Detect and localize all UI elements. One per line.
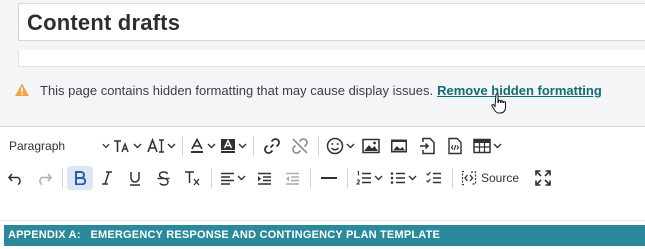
image-icon (362, 138, 380, 154)
chevron-down-icon (493, 143, 501, 149)
toolbar-divider (182, 136, 183, 156)
font-family-icon (146, 138, 164, 153)
undo-icon (8, 173, 21, 185)
embed-code-icon (448, 137, 462, 155)
chevron-down-icon (408, 175, 416, 181)
media-icon (391, 139, 407, 153)
insert-image-button[interactable] (357, 134, 385, 158)
toolbar-divider (347, 168, 348, 188)
toolbar-row-editing: Source (0, 163, 645, 193)
chevron-down-icon (346, 143, 354, 149)
fullscreen-icon (535, 170, 551, 186)
font-family-button[interactable] (144, 134, 178, 158)
checklist-button[interactable] (420, 166, 448, 190)
redo-icon (39, 173, 52, 185)
chevron-down-icon (167, 143, 175, 149)
chevron-down-icon (207, 143, 215, 149)
table-icon (472, 138, 491, 154)
bold-icon (75, 171, 86, 185)
chevron-down-icon (374, 175, 382, 181)
notice-message: This page contains hidden formatting tha… (40, 82, 434, 98)
rich-text-editor: Paragraph Source APPENDIX A: EMERGENCY R… (0, 126, 645, 249)
undo-button[interactable] (2, 166, 30, 190)
italic-icon (102, 171, 112, 185)
chevron-down-icon (102, 143, 110, 149)
align-icon (221, 172, 234, 185)
chevron-down-icon (237, 175, 246, 181)
numbered-list-icon (355, 171, 371, 185)
outdent-icon (285, 172, 299, 185)
paragraph-style-dropdown[interactable]: Paragraph (0, 134, 110, 158)
insert-file-icon (420, 137, 435, 155)
font-size-button[interactable] (110, 134, 144, 158)
hand-cursor-icon (491, 93, 506, 114)
hidden-formatting-notice: This page contains hidden formatting tha… (0, 70, 645, 110)
font-size-icon (113, 140, 129, 153)
strikethrough-icon (157, 170, 169, 186)
numbered-list-button[interactable] (352, 166, 386, 190)
indent-icon (257, 172, 271, 185)
paragraph-style-label: Paragraph (9, 139, 66, 153)
appendix-heading[interactable]: APPENDIX A: EMERGENCY RESPONSE AND CONTI… (4, 225, 645, 246)
remove-hidden-formatting-link[interactable]: Remove hidden formatting (437, 83, 602, 98)
redo-button[interactable] (30, 166, 58, 190)
underline-icon (130, 171, 140, 186)
warning-icon (15, 83, 29, 96)
toolbar-divider (211, 168, 212, 188)
insert-file-button[interactable] (413, 134, 441, 158)
toolbar-divider (452, 168, 453, 188)
unlink-icon (292, 138, 308, 154)
bullet-list-icon (390, 172, 405, 184)
highlight-button[interactable] (217, 134, 249, 158)
embed-code-button[interactable] (441, 134, 469, 158)
bold-button[interactable] (67, 166, 93, 190)
emoji-icon (326, 137, 343, 155)
insert-table-button[interactable] (469, 134, 505, 158)
toolbar-divider (253, 136, 254, 156)
title-field[interactable]: Content drafts (18, 3, 645, 41)
link-icon (264, 138, 280, 154)
horizontal-rule-icon (321, 177, 337, 179)
font-color-icon (190, 138, 203, 153)
clear-formatting-button[interactable] (177, 166, 207, 190)
toolbar-divider (310, 168, 311, 188)
toolbar-divider (62, 168, 63, 188)
checklist-icon (426, 171, 441, 184)
italic-button[interactable] (93, 166, 121, 190)
toolbar-divider (318, 136, 319, 156)
horizontal-line-button[interactable] (315, 166, 343, 190)
font-color-button[interactable] (187, 134, 217, 158)
insert-link-button[interactable] (258, 134, 286, 158)
source-button[interactable]: Source (457, 166, 523, 190)
chevron-down-icon (238, 143, 246, 149)
toolbar-row-formatting: Paragraph (0, 131, 645, 161)
editor-divider (0, 220, 645, 221)
page-title: Content drafts (27, 10, 181, 35)
secondary-field[interactable] (18, 50, 645, 67)
fullscreen-button[interactable] (527, 166, 559, 190)
emoji-button[interactable] (323, 134, 357, 158)
chevron-down-icon (133, 143, 141, 149)
decrease-indent-button[interactable] (278, 166, 306, 190)
source-label: Source (481, 171, 520, 185)
insert-media-button[interactable] (385, 134, 413, 158)
bullet-list-button[interactable] (386, 166, 420, 190)
clear-format-icon (185, 171, 200, 186)
underline-button[interactable] (121, 166, 149, 190)
increase-indent-button[interactable] (250, 166, 278, 190)
remove-link-button[interactable] (286, 134, 314, 158)
source-icon (461, 170, 477, 186)
strikethrough-button[interactable] (149, 166, 177, 190)
highlight-icon (220, 138, 235, 153)
text-align-button[interactable] (216, 166, 250, 190)
